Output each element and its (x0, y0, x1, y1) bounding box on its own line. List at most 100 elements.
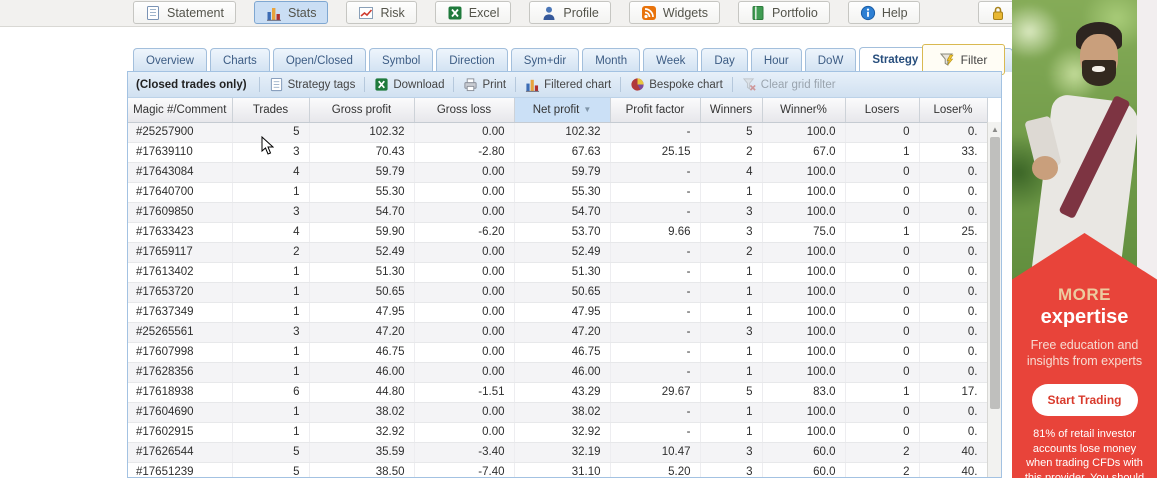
column-header-label: Winner% (780, 103, 827, 116)
column-header-label: Magic #/Comment (133, 103, 227, 116)
tab-symbol[interactable]: Symbol (368, 48, 434, 72)
tab-week[interactable]: Week (643, 48, 699, 72)
table-cell: 3 (232, 142, 310, 163)
table-cell: 100.0 (762, 422, 846, 443)
widgets-icon (641, 5, 657, 21)
table-cell: 3 (232, 322, 310, 343)
tab-day[interactable]: Day (701, 48, 748, 72)
column-header-gross-profit[interactable]: Gross profit (309, 98, 415, 123)
table-cell: -2.80 (414, 142, 515, 163)
table-cell: - (610, 242, 701, 263)
table-cell: 47.95 (309, 302, 415, 323)
tab-direction[interactable]: Direction (436, 48, 508, 72)
strategy-tags-button[interactable]: Strategy tags (260, 77, 365, 92)
ad-banner[interactable]: MORE expertise Free education and insigh… (1012, 0, 1157, 478)
tab-sym-dir[interactable]: Sym+dir (510, 48, 580, 72)
toolbar-item-label: Filtered chart (544, 78, 612, 91)
table-cell: 52.49 (514, 242, 611, 263)
column-header-label: Winners (709, 103, 753, 116)
column-header-winners[interactable]: Winners (700, 98, 763, 123)
column-header-magic-comment[interactable]: Magic #/Comment (128, 98, 233, 123)
table-cell: 0.00 (414, 322, 515, 343)
table-cell: 5 (232, 122, 310, 143)
table-cell: 25. (919, 222, 988, 243)
profile-button[interactable]: Profile (529, 1, 611, 24)
table-cell: 5 (700, 382, 763, 403)
statement-icon (145, 5, 161, 21)
table-cell: 0 (845, 262, 920, 283)
table-cell: 1 (700, 262, 763, 283)
table-row: #25265561 3 47.20 0.00 47.20-3 100.0 0 0. (128, 322, 988, 343)
table-cell: 47.95 (514, 302, 611, 323)
risk-button[interactable]: Risk (346, 1, 417, 24)
tab-strategy[interactable]: Strategy (859, 47, 932, 72)
top-toolbar-buttons: Statement Stats Risk Excel Profile Widgets Por… (133, 1, 1114, 24)
sort-desc-icon: ▼ (583, 104, 592, 114)
table-cell: 1 (845, 142, 920, 163)
magic-number-cell: #17640700 (128, 182, 233, 203)
button-label: Profile (563, 5, 599, 20)
scrollbar-thumb[interactable] (990, 137, 1000, 409)
tab-hour[interactable]: Hour (750, 48, 802, 72)
print-button[interactable]: Print (454, 77, 515, 92)
tab-overview[interactable]: Overview (133, 48, 207, 72)
filtered-chart-button[interactable]: Filtered chart (516, 77, 620, 92)
table-cell: 102.32 (309, 122, 415, 143)
column-header-profit-factor[interactable]: Profit factor (610, 98, 701, 123)
download-button[interactable]: Download (365, 77, 453, 92)
table-cell: 100.0 (762, 162, 846, 183)
tab-open-closed[interactable]: Open/Closed (272, 48, 366, 72)
stats-button[interactable]: Stats (253, 1, 329, 24)
table-cell: 53.70 (514, 222, 611, 243)
table-cell: 100.0 (762, 282, 846, 303)
table-cell: 3 (700, 222, 763, 243)
scroll-up-arrow-icon[interactable]: ▲ (989, 123, 1001, 135)
toolbar-item-label: Bespoke chart (649, 78, 723, 91)
column-header-trades[interactable]: Trades (232, 98, 310, 123)
table-cell: 32.19 (514, 442, 611, 463)
column-header-loser[interactable]: Loser% (919, 98, 988, 123)
table-cell: 0. (919, 242, 988, 263)
column-header-losers[interactable]: Losers (845, 98, 920, 123)
table-cell: 31.10 (514, 462, 611, 477)
column-header-winner[interactable]: Winner% (762, 98, 846, 123)
table-cell: - (610, 342, 701, 363)
excel-button[interactable]: Excel (434, 1, 512, 24)
table-cell: 3 (700, 442, 763, 463)
table-cell: 1 (232, 182, 310, 203)
table-cell: 0. (919, 182, 988, 203)
table-cell: 33. (919, 142, 988, 163)
tab-dow[interactable]: DoW (804, 48, 857, 72)
table-cell: 0 (845, 162, 920, 183)
magic-number-cell: #17618938 (128, 382, 233, 403)
table-header-row: Magic #/Comment Trades Gross profit Gross l… (128, 98, 988, 123)
statement-button[interactable]: Statement (133, 1, 236, 24)
magic-number-cell: #17607998 (128, 342, 233, 363)
start-trading-button[interactable]: Start Trading (1031, 384, 1138, 416)
table-cell: 0.00 (414, 162, 515, 183)
clear-grid-filter-button: Clear grid filter (733, 77, 845, 92)
column-header-net-profit[interactable]: Net profit ▼ (514, 98, 611, 123)
table-cell: 50.65 (514, 282, 611, 303)
column-header-gross-loss[interactable]: Gross loss (414, 98, 515, 123)
tab-month[interactable]: Month (582, 48, 641, 72)
help-button[interactable]: Help (847, 1, 920, 24)
tab-charts[interactable]: Charts (209, 48, 270, 72)
table-cell: 46.00 (514, 362, 611, 383)
table-cell: 59.79 (309, 162, 415, 183)
table-cell: 0.00 (414, 242, 515, 263)
column-header-label: Losers (864, 103, 900, 116)
ad-headline: expertise (1040, 306, 1129, 328)
excel-icon (447, 5, 463, 21)
widgets-button[interactable]: Widgets (628, 1, 720, 24)
table-cell: 17. (919, 382, 988, 403)
portfolio-button[interactable]: Portfolio (737, 1, 830, 24)
vertical-scrollbar[interactable]: ▲ (987, 122, 1001, 477)
table-cell: - (610, 402, 701, 423)
table-cell: - (610, 282, 701, 303)
bespoke-chart-button[interactable]: Bespoke chart (621, 77, 732, 92)
table-cell: - (610, 182, 701, 203)
table-cell: 0.00 (414, 282, 515, 303)
table-cell: 0 (845, 202, 920, 223)
table-cell: 1 (232, 262, 310, 283)
